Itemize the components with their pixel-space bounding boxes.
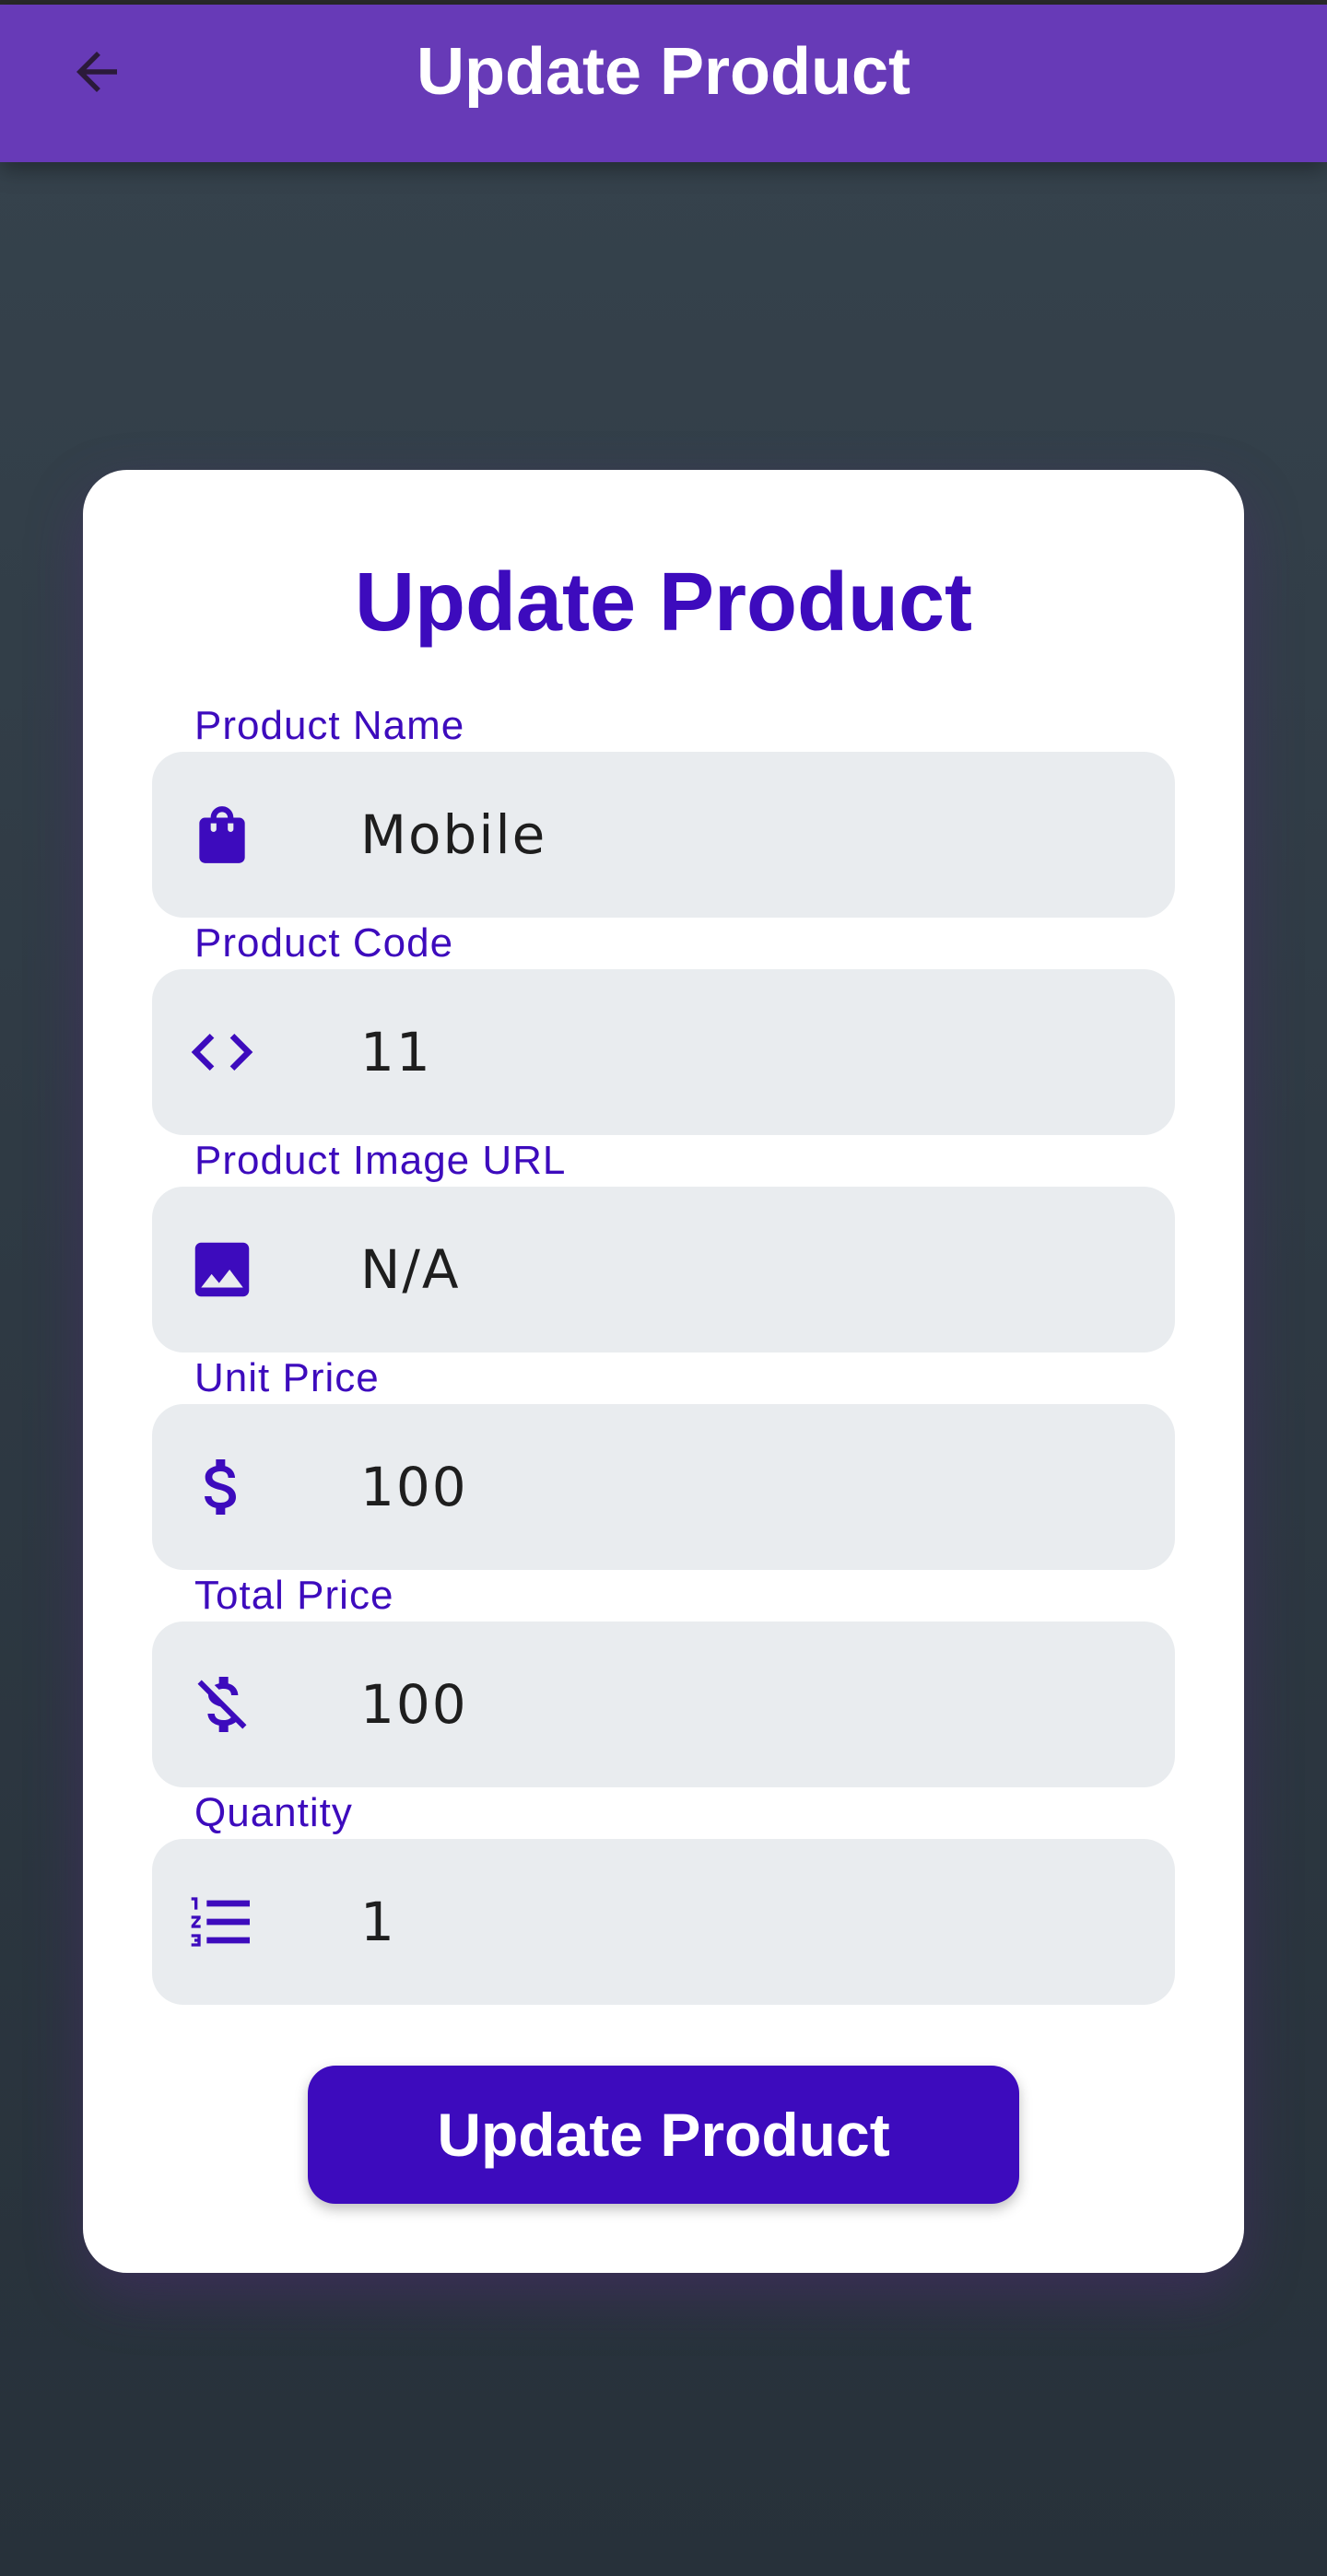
numbered-list-icon (185, 1885, 259, 1959)
total-price-input[interactable]: 100 (152, 1622, 1175, 1787)
product-name-value: Mobile (360, 803, 547, 866)
product-image-url-field: Product Image URL N/A (152, 1135, 1175, 1352)
total-price-field: Total Price 100 (152, 1570, 1175, 1787)
money-off-icon (185, 1668, 259, 1741)
product-name-input[interactable]: Mobile (152, 752, 1175, 918)
product-image-url-value: N/A (360, 1238, 461, 1301)
total-price-label: Total Price (194, 1573, 394, 1618)
update-product-card: Update Product Product Name Mobile Produ… (83, 470, 1244, 2273)
quantity-field: Quantity 1 (152, 1787, 1175, 2005)
product-name-field: Product Name Mobile (152, 700, 1175, 918)
product-name-label: Product Name (194, 703, 465, 748)
unit-price-value: 100 (360, 1456, 468, 1518)
form-title: Update Product (354, 556, 973, 649)
app-bar: Update Product (0, 5, 1327, 162)
unit-price-label: Unit Price (194, 1355, 380, 1400)
unit-price-input[interactable]: 100 (152, 1404, 1175, 1570)
image-icon (185, 1233, 259, 1306)
update-product-button[interactable]: Update Product (308, 2066, 1019, 2204)
product-code-label: Product Code (194, 920, 454, 966)
product-code-field: Product Code 11 (152, 918, 1175, 1135)
product-image-url-label: Product Image URL (194, 1138, 567, 1183)
product-code-value: 11 (360, 1021, 432, 1083)
code-icon (185, 1015, 259, 1089)
quantity-input[interactable]: 1 (152, 1839, 1175, 2005)
shopping-bag-icon (185, 798, 259, 872)
app-bar-title: Update Product (416, 35, 911, 109)
product-code-input[interactable]: 11 (152, 969, 1175, 1135)
unit-price-field: Unit Price 100 (152, 1352, 1175, 1570)
product-image-url-input[interactable]: N/A (152, 1187, 1175, 1352)
quantity-label: Quantity (194, 1790, 353, 1835)
quantity-value: 1 (360, 1891, 396, 1953)
total-price-value: 100 (360, 1673, 468, 1736)
dollar-icon (185, 1450, 259, 1524)
